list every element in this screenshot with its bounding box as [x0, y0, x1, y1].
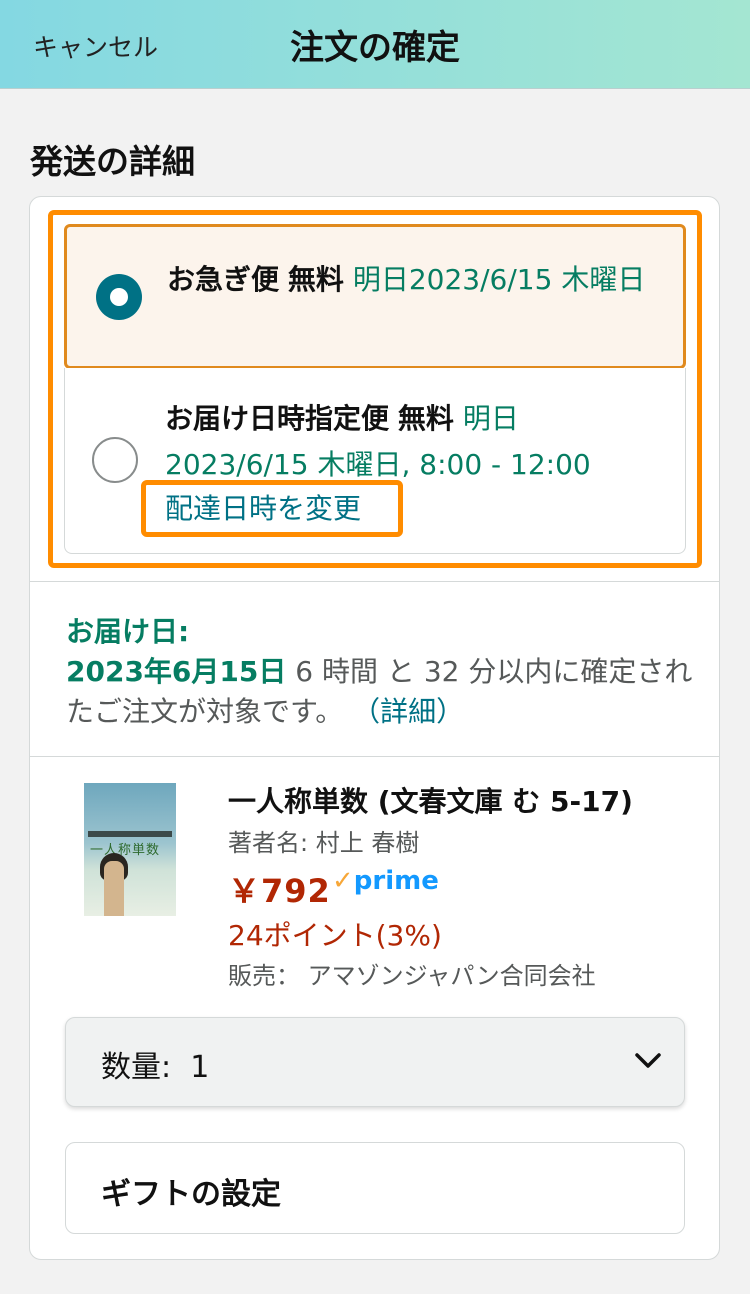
product-info: 一人称単数 (文春文庫 む 5-17) 著者名: 村上 春樹 ￥792 ✓pri… — [228, 780, 698, 994]
product-title[interactable]: 一人称単数 (文春文庫 む 5-17) — [228, 780, 698, 824]
header-bar: キャンセル 注文の確定 — [0, 0, 750, 89]
cover-bench — [88, 831, 172, 837]
change-delivery-label[interactable]: 配達日時を変更 — [165, 489, 361, 529]
quantity-dropdown[interactable]: 数量: 1 — [65, 1017, 685, 1107]
quantity-label: 数量: — [101, 1050, 172, 1085]
chevron-down-icon — [635, 1053, 661, 1068]
product-price: ￥792 — [228, 872, 331, 910]
divider — [30, 756, 720, 757]
change-delivery-link[interactable]: 配達日時を変更 — [141, 480, 403, 537]
prime-label: prime — [353, 866, 439, 896]
shipping-option-scheduled-text: お届け日時指定便 無料 明日 2023/6/15 木曜日, 8:00 - 12:… — [165, 396, 665, 488]
quantity-text: 数量: 1 — [101, 1042, 209, 1086]
option-price: 無料 — [397, 402, 454, 435]
quantity-value: 1 — [190, 1050, 210, 1085]
delivery-label: お届け日: — [66, 615, 190, 648]
product-seller: 販売： アマゾンジャパン合同会社 — [228, 962, 596, 990]
radio-selected-icon[interactable] — [96, 274, 142, 320]
shipping-option-express-text: お急ぎ便 無料 明日2023/6/15 木曜日 — [167, 257, 647, 303]
option-date: 明日2023/6/15 木曜日 — [352, 263, 646, 296]
product-points: 24ポイント(3%) — [228, 919, 442, 952]
option-name: お届け日時指定便 — [165, 402, 390, 435]
book-cover-image[interactable]: 一人称単数 — [84, 783, 176, 916]
gift-settings-button[interactable]: ギフトの設定 — [65, 1142, 685, 1234]
option-price: 無料 — [287, 263, 344, 296]
prime-check-icon: ✓ — [332, 866, 354, 896]
price-row: ￥792 ✓prime — [228, 862, 698, 914]
radio-unselected-icon[interactable] — [92, 437, 138, 483]
page-title: 注文の確定 — [290, 28, 460, 68]
prime-badge: ✓prime — [332, 866, 439, 896]
delivery-info: お届け日: 2023年6月15日 6 時間 と 32 分以内に確定されたご注文が… — [66, 612, 696, 732]
divider — [30, 581, 720, 582]
product-author: 著者名: 村上 春樹 — [228, 829, 420, 857]
section-title: 発送の詳細 — [30, 142, 195, 181]
gift-settings-label: ギフトの設定 — [101, 1177, 281, 1212]
option-name: お急ぎ便 — [167, 263, 280, 296]
cover-title: 一人称単数 — [90, 843, 161, 858]
shipping-option-express[interactable]: お急ぎ便 無料 明日2023/6/15 木曜日 — [64, 224, 686, 369]
delivery-date: 2023年6月15日 — [66, 655, 287, 688]
details-link[interactable]: （詳細） — [352, 695, 464, 728]
cover-figure — [104, 861, 124, 916]
